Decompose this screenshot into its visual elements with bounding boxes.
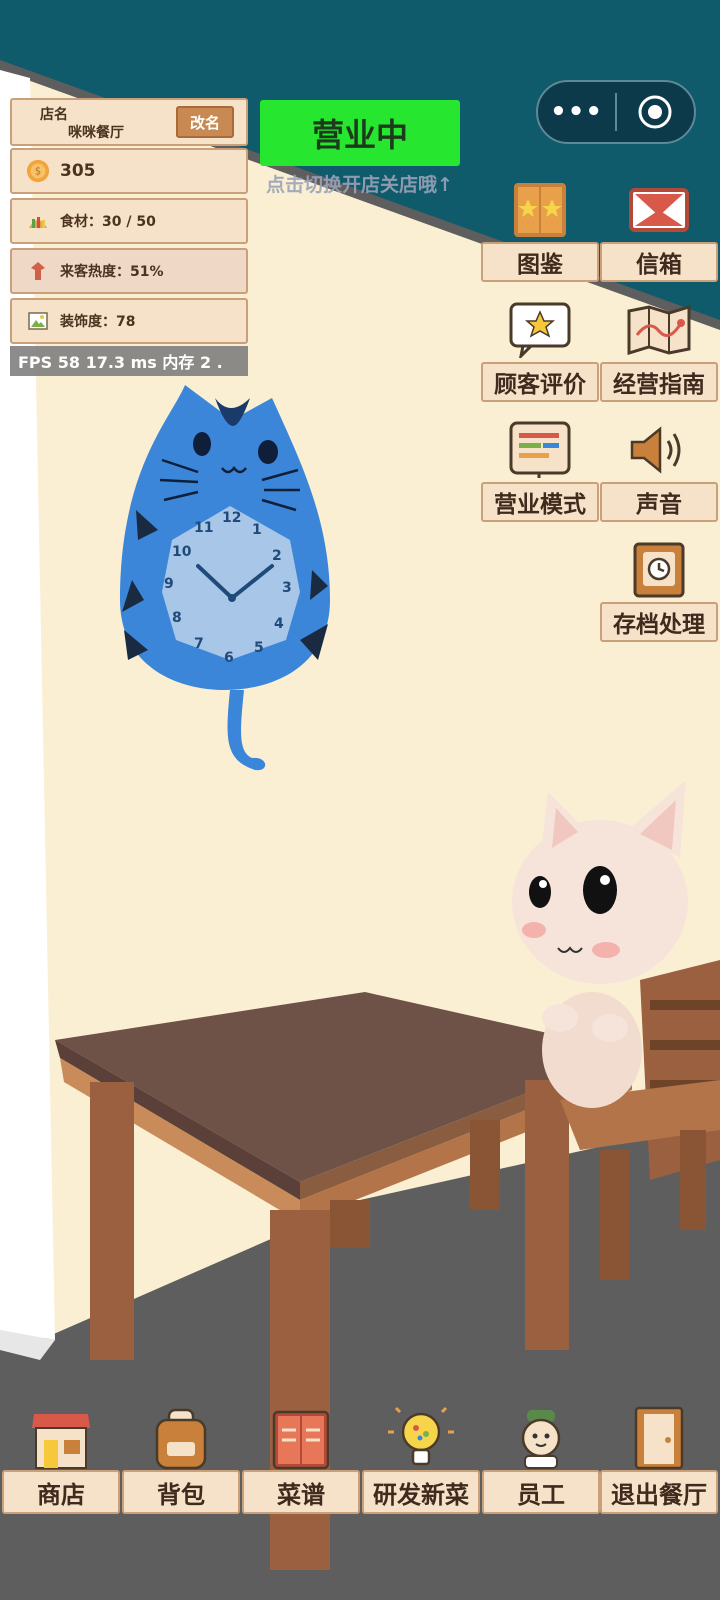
- clock-number: 5: [254, 640, 264, 656]
- side-btn-label: 信箱: [600, 242, 718, 282]
- clock-number: 7: [194, 636, 204, 652]
- clock-number: 6: [224, 650, 234, 666]
- target-icon: [638, 95, 672, 129]
- nav-staff[interactable]: 员工: [482, 1392, 600, 1514]
- recipe-icon: [272, 1410, 330, 1470]
- nav-label: 退出餐厅: [600, 1470, 718, 1514]
- side-btn-catalog[interactable]: 图鉴: [481, 178, 599, 282]
- side-btn-mailbox[interactable]: 信箱: [600, 178, 718, 282]
- side-btn-reviews[interactable]: 顾客评价: [481, 298, 599, 402]
- side-btn-label: 声音: [600, 482, 718, 522]
- clock-number: 10: [172, 544, 192, 560]
- coin-stat: $ 305: [10, 148, 248, 194]
- review-icon: [509, 302, 571, 358]
- catalog-icon: [514, 183, 566, 237]
- clock-number: 8: [172, 610, 182, 626]
- decor-stat: 装饰度：78: [10, 298, 248, 344]
- more-menu-button[interactable]: •••: [538, 82, 615, 142]
- miniprogram-capsule: •••: [536, 80, 696, 144]
- idea-icon: [388, 1406, 454, 1466]
- coin-icon: $: [26, 159, 50, 183]
- save-icon: [633, 542, 685, 598]
- heat-stat: 来客热度：51%: [10, 248, 248, 294]
- nav-bag[interactable]: 背包: [122, 1392, 240, 1514]
- side-btn-guide[interactable]: 经营指南: [600, 298, 718, 402]
- rename-button[interactable]: 改名: [176, 106, 234, 138]
- nav-research[interactable]: 研发新菜: [362, 1392, 480, 1514]
- clock-number: 11: [194, 520, 214, 536]
- side-btn-save[interactable]: 存档处理: [600, 538, 718, 642]
- decor-value: 装饰度：78: [60, 314, 136, 330]
- nav-label: 研发新菜: [362, 1470, 480, 1514]
- nav-recipes[interactable]: 菜谱: [242, 1392, 360, 1514]
- ingredients-icon: [26, 209, 50, 233]
- svg-text:$: $: [35, 167, 41, 178]
- sound-icon: [630, 426, 681, 474]
- nav-label: 员工: [482, 1470, 600, 1514]
- shop-name-panel: 店名 咪咪餐厅 改名: [10, 98, 248, 146]
- coin-value: 305: [60, 161, 96, 181]
- business-status-toggle[interactable]: 营业中: [260, 100, 460, 166]
- heat-icon: [26, 259, 50, 283]
- clock-number: 2: [272, 548, 282, 564]
- mode-icon: [509, 421, 571, 478]
- side-btn-label: 存档处理: [600, 602, 718, 642]
- fps-overlay: FPS 58 17.3 ms 内存 2 .: [10, 346, 248, 376]
- close-miniprogram-button[interactable]: [617, 93, 694, 131]
- side-btn-business-mode[interactable]: 营业模式: [481, 418, 599, 522]
- mail-icon: [629, 188, 689, 232]
- clock-number: 4: [274, 616, 284, 632]
- side-btn-label: 营业模式: [481, 482, 599, 522]
- clock-number: 12: [222, 510, 242, 526]
- side-btn-label: 经营指南: [600, 362, 718, 402]
- nav-shop[interactable]: 商店: [2, 1392, 120, 1514]
- map-icon: [627, 305, 691, 355]
- nav-exit[interactable]: 退出餐厅: [600, 1392, 718, 1514]
- staff-icon: [521, 1410, 561, 1469]
- nav-label: 背包: [122, 1470, 240, 1514]
- side-btn-sound[interactable]: 声音: [600, 418, 718, 522]
- exit-icon: [634, 1406, 684, 1470]
- bag-icon: [155, 1408, 207, 1470]
- nav-label: 商店: [2, 1470, 120, 1514]
- picture-icon: [26, 309, 50, 333]
- shop-name-label: 店名: [40, 107, 68, 123]
- food-stat: 食材：30 / 50: [10, 198, 248, 244]
- status-hint: 点击切换开店关店哦↑: [266, 174, 453, 196]
- heat-value: 来客热度：51%: [60, 264, 164, 280]
- shop-name-value: 咪咪餐厅: [68, 125, 124, 141]
- side-btn-label: 顾客评价: [481, 362, 599, 402]
- clock-number: 9: [164, 576, 174, 592]
- clock-number: 3: [282, 580, 292, 596]
- food-value: 食材：30 / 50: [60, 214, 156, 230]
- shop-icon: [32, 1414, 90, 1469]
- clock-number: 1: [252, 522, 262, 538]
- nav-label: 菜谱: [242, 1470, 360, 1514]
- side-btn-label: 图鉴: [481, 242, 599, 282]
